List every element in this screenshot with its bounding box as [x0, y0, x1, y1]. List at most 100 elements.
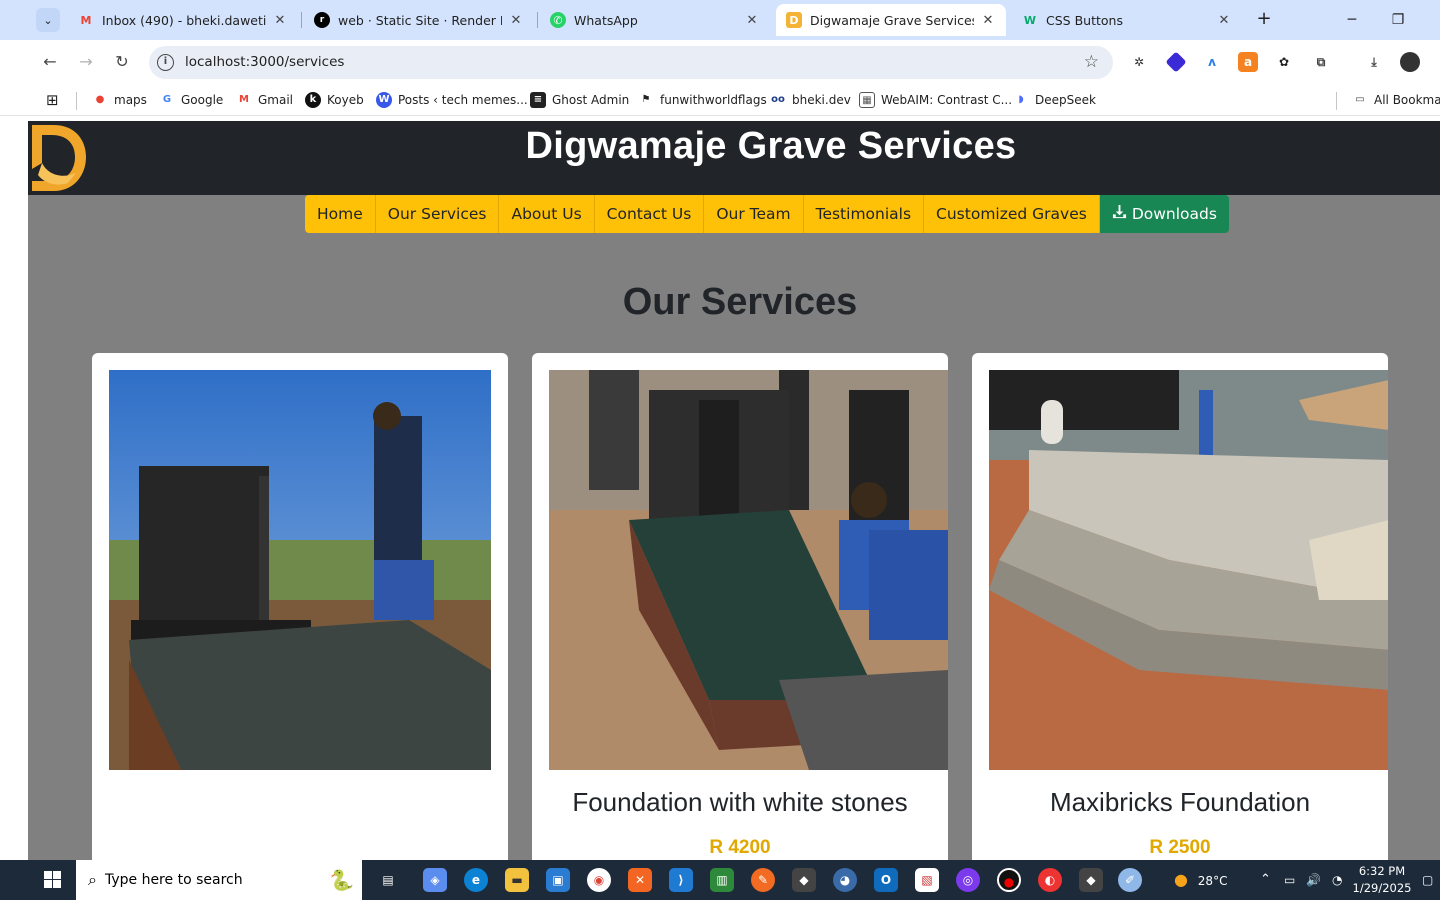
bookmark-wordpress[interactable]: W Posts ‹ tech memes... [376, 91, 528, 109]
whatsapp-icon: ✆ [550, 12, 566, 28]
webaim-icon: ▦ [859, 92, 875, 108]
notification-icon[interactable]: ▢ [1422, 860, 1433, 900]
service-card[interactable]: Foundation with white stones R 4200 [532, 353, 948, 860]
tab-search-button[interactable]: ⌄ [36, 8, 60, 32]
reload-icon[interactable]: ↻ [110, 50, 134, 74]
chrome-icon[interactable]: ◉ [587, 868, 611, 892]
bookmark-koyeb[interactable]: k Koyeb [305, 91, 364, 109]
windows-start-icon[interactable] [36, 868, 68, 892]
git-app-icon[interactable]: ◆ [1079, 868, 1103, 892]
bookmark-ghost[interactable]: ≡ Ghost Admin [530, 91, 629, 109]
chevron-up-icon[interactable]: ⌃ [1260, 860, 1271, 900]
close-icon[interactable]: ✕ [508, 13, 524, 28]
nav-about-us[interactable]: About Us [499, 195, 595, 233]
bookmark-flags[interactable]: ⚑ funwithworldflags [638, 91, 767, 109]
section-title: Our Services [622, 281, 858, 323]
windows-taskbar: ⌕ Type here to search 🐍 ▤ ◈ e ▬ ▣ ◉ ✕ ⟩ … [0, 860, 1440, 900]
downloads-button[interactable]: Downloads [1099, 195, 1229, 233]
browser-tab-strip: ⌄ M Inbox (490) - bheki.daweti@gm ✕ r we… [0, 0, 1440, 40]
copilot-icon[interactable]: ◈ [423, 868, 447, 892]
tab-digwamaje[interactable]: D Digwamaje Grave Services ✕ [776, 4, 1006, 36]
battery-icon[interactable]: ▭ [1284, 860, 1295, 900]
vscode-icon[interactable]: ⟩ [669, 868, 693, 892]
document-app-icon[interactable]: ▧ [915, 868, 939, 892]
color-app-icon[interactable]: ◐ [1038, 868, 1062, 892]
bookmark-maps[interactable]: ● maps [92, 91, 147, 109]
tab-whatsapp[interactable]: ✆ WhatsApp ✕ [540, 4, 770, 36]
url-text[interactable]: localhost:3000/services [185, 54, 344, 70]
digwamaje-icon: D [786, 12, 802, 28]
volume-icon[interactable]: 🔊 [1306, 860, 1321, 900]
snake-illustration-icon: 🐍 [329, 868, 354, 892]
task-view-icon[interactable]: ▤ [376, 868, 400, 892]
apps-grid-icon[interactable]: ⊞ [46, 91, 59, 109]
search-icon: ⌕ [88, 870, 97, 889]
render-icon: r [314, 12, 330, 28]
diamond-extension-icon[interactable] [1165, 51, 1187, 73]
service-card[interactable] [92, 353, 508, 860]
site-info-icon[interactable]: i [157, 54, 174, 71]
nav-contact-us[interactable]: Contact Us [594, 195, 705, 233]
site-title: Digwamaje Grave Services [525, 125, 1017, 167]
spreadsheet-icon[interactable]: ▥ [710, 868, 734, 892]
bug-extension-icon[interactable]: ✲ [1129, 52, 1149, 72]
close-icon[interactable]: ✕ [744, 13, 760, 28]
tab-render[interactable]: r web · Static Site · Render Dash ✕ [304, 4, 534, 36]
xampp-icon[interactable]: ✕ [628, 868, 652, 892]
amazon-extension-icon[interactable]: a [1238, 52, 1258, 72]
postman-icon[interactable]: ✎ [751, 868, 775, 892]
all-bookmarks[interactable]: ▭All Bookmarks [1352, 91, 1440, 109]
file-explorer-icon[interactable]: ▬ [505, 868, 529, 892]
nav-customized-graves[interactable]: Customized Graves [924, 195, 1100, 233]
outlook-icon[interactable]: O [874, 868, 898, 892]
address-bar[interactable]: i localhost:3000/services ☆ [149, 46, 1113, 79]
download-icon [1112, 195, 1127, 233]
tab-css-buttons[interactable]: W CSS Buttons ✕ [1012, 4, 1242, 36]
w3schools-icon: W [1023, 13, 1037, 27]
service-card[interactable]: Maxibricks Foundation R 2500 [972, 353, 1388, 860]
bookmark-deepseek[interactable]: ◗ DeepSeek [1013, 91, 1096, 109]
bookmark-gmail[interactable]: M Gmail [236, 91, 293, 109]
page-content: Digwamaje Grave Services Home Our Servic… [28, 121, 1440, 860]
paint-app-icon[interactable]: ✐ [1118, 868, 1142, 892]
profile-avatar[interactable] [1400, 52, 1420, 72]
nav-home[interactable]: Home [305, 195, 376, 233]
nav-testimonials[interactable]: Testimonials [803, 195, 925, 233]
taskbar-search-box[interactable]: ⌕ Type here to search 🐍 [76, 860, 362, 900]
window-edge [0, 117, 28, 860]
site-header: Digwamaje Grave Services [28, 121, 1440, 195]
bookmark-star-icon[interactable]: ☆ [1084, 52, 1099, 72]
system-clock[interactable]: 6:32 PM 1/29/2025 [1352, 863, 1412, 897]
bookmark-bheki-dev[interactable]: oo bheki.dev [770, 91, 851, 109]
back-icon[interactable]: ← [38, 50, 62, 74]
puzzle-extensions-icon[interactable]: ⧉ [1311, 52, 1331, 72]
maximize-icon[interactable]: ❐ [1376, 6, 1420, 34]
weather-widget[interactable]: ● 28°C [1174, 860, 1227, 900]
nav-our-team[interactable]: Our Team [704, 195, 804, 233]
purple-app-icon[interactable]: ◎ [956, 868, 980, 892]
wave-extension-icon[interactable]: ʌ [1202, 52, 1222, 72]
close-icon[interactable]: ✕ [272, 13, 288, 28]
service-image [989, 370, 1388, 770]
store-icon[interactable]: ▣ [546, 868, 570, 892]
edge-icon[interactable]: e [464, 868, 488, 892]
service-title: Foundation with white stones [572, 787, 908, 817]
sourcetree-icon[interactable]: ◆ [792, 868, 816, 892]
close-icon[interactable]: ✕ [980, 13, 996, 28]
sun-icon: ● [1174, 870, 1188, 889]
elephant-app-icon[interactable]: ◕ [833, 868, 857, 892]
browser-toolbar: ← → ↻ i localhost:3000/services ☆ ✲ ʌ a … [0, 40, 1440, 84]
record-app-icon[interactable]: ● [997, 868, 1021, 892]
download-icon[interactable]: ⤓ [1364, 52, 1384, 72]
colorful-extension-icon[interactable]: ✿ [1274, 52, 1294, 72]
koyeb-icon: k [305, 92, 321, 108]
forward-icon[interactable]: → [74, 50, 98, 74]
network-icon[interactable]: ◔ [1332, 860, 1342, 900]
close-icon[interactable]: ✕ [1216, 13, 1232, 28]
tab-gmail[interactable]: M Inbox (490) - bheki.daweti@gm ✕ [68, 4, 298, 36]
bookmark-webaim[interactable]: ▦ WebAIM: Contrast C... [859, 91, 1012, 109]
nav-our-services[interactable]: Our Services [375, 195, 500, 233]
new-tab-button[interactable]: + [1252, 8, 1276, 32]
minimize-icon[interactable]: ─ [1330, 6, 1374, 34]
bookmark-google[interactable]: G Google [159, 91, 223, 109]
